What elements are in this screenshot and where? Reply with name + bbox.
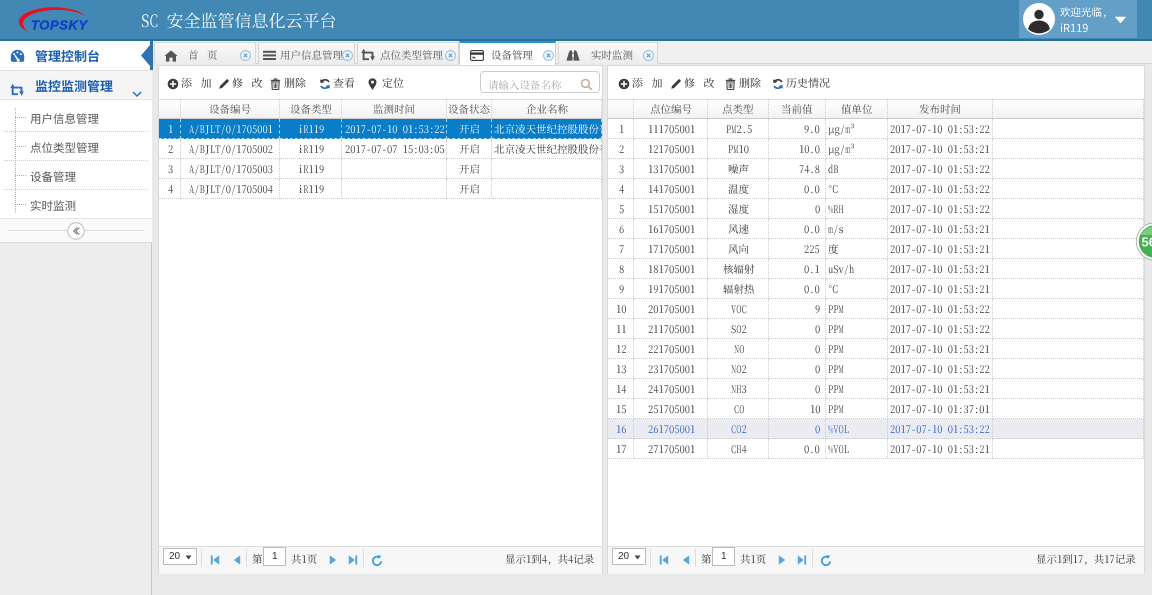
svg-text:TOPSKY: TOPSKY bbox=[31, 18, 89, 33]
svg-text:56: 56 bbox=[1142, 235, 1152, 250]
